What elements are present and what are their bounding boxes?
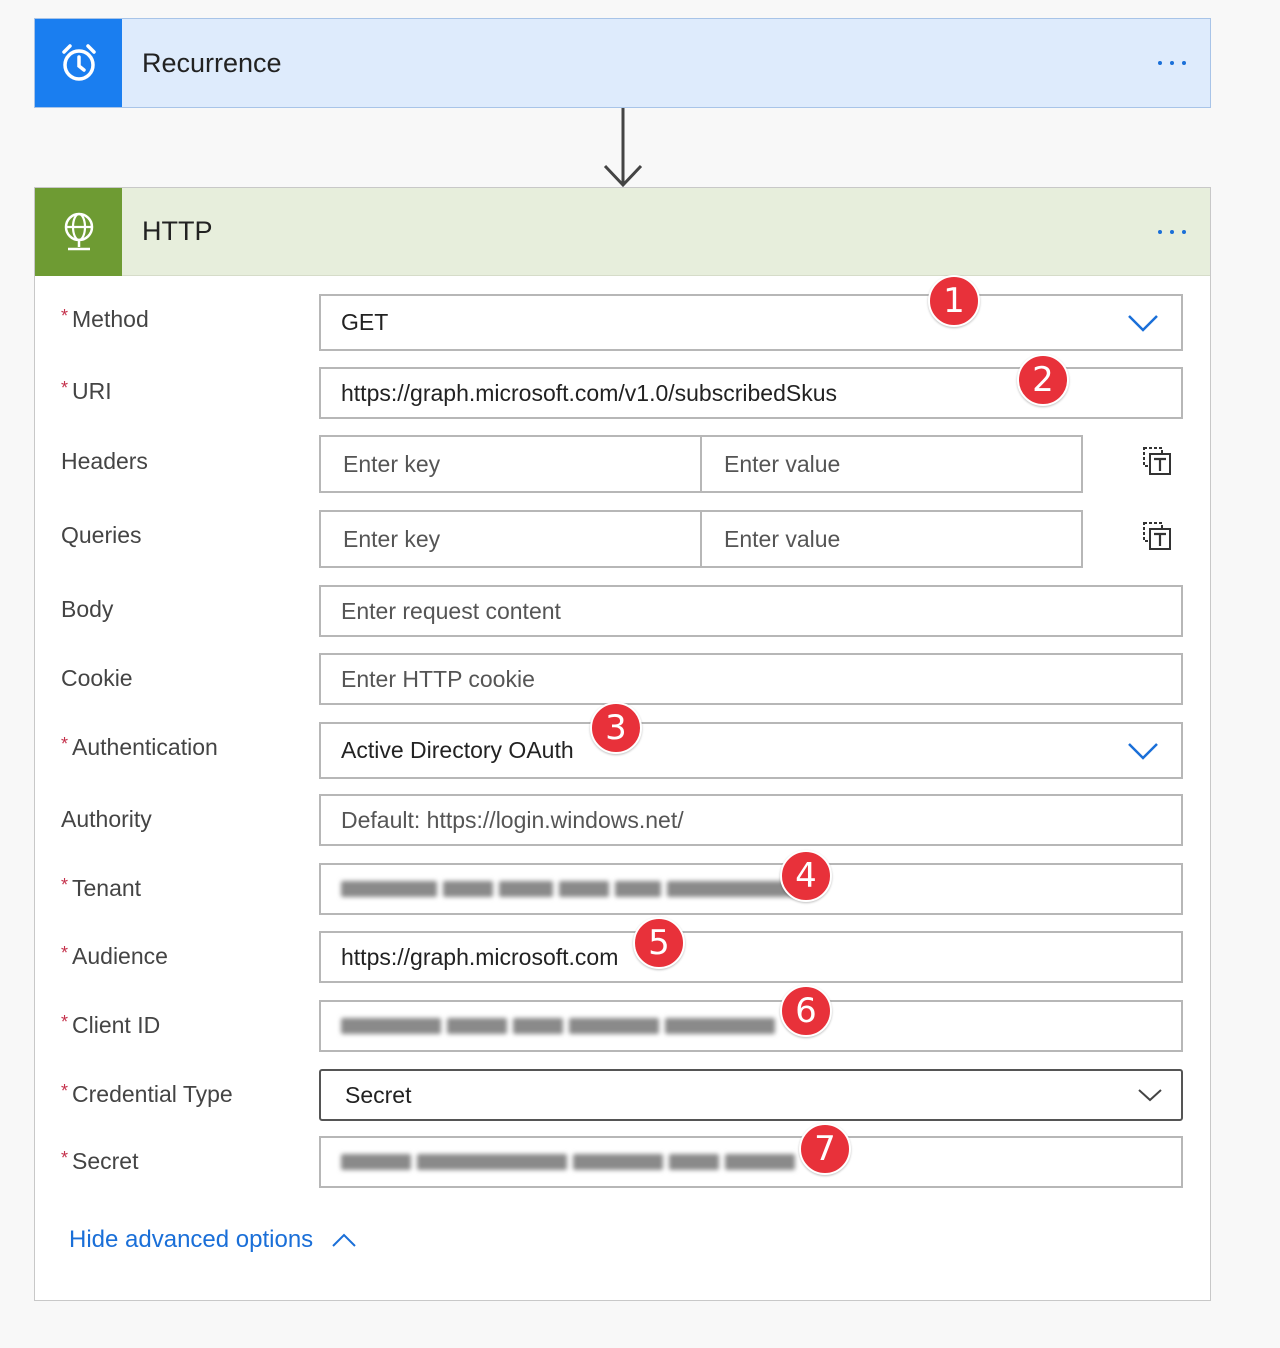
required-asterisk: * [61, 734, 69, 754]
redacted-value [341, 881, 797, 897]
secret-input[interactable] [319, 1136, 1183, 1188]
hide-advanced-options-link[interactable]: Hide advanced options [69, 1226, 357, 1254]
queries-label-text: Queries [61, 522, 142, 548]
client-id-label: * Client ID [61, 1012, 160, 1039]
audience-input[interactable]: https://graph.microsoft.com [319, 931, 1183, 983]
more-dot [1170, 61, 1174, 65]
required-asterisk: * [61, 1081, 69, 1101]
recurrence-title: Recurrence [142, 47, 282, 78]
http-title: HTTP [142, 216, 213, 246]
headers-label-text: Headers [61, 448, 148, 474]
secret-label: * Secret [61, 1148, 139, 1175]
switch-to-text-mode-icon[interactable] [1141, 520, 1173, 552]
required-asterisk: * [61, 378, 69, 398]
authority-label-text: Authority [61, 806, 152, 832]
cookie-label-text: Cookie [61, 665, 133, 691]
switch-to-text-mode-icon[interactable] [1141, 445, 1173, 477]
queries-label: Queries [61, 522, 142, 549]
annotation-badge-1: 1 [928, 275, 980, 327]
required-asterisk: * [61, 875, 69, 895]
redacted-value [341, 1018, 775, 1034]
http-more-button[interactable] [1142, 212, 1202, 252]
method-label: * Method [61, 306, 149, 333]
cookie-label: Cookie [61, 665, 133, 692]
authority-placeholder: Default: https://login.windows.net/ [341, 806, 684, 833]
audience-value: https://graph.microsoft.com [341, 943, 619, 970]
headers-key-input[interactable]: Enter key [321, 437, 700, 491]
more-dot [1182, 61, 1186, 65]
queries-key-input[interactable]: Enter key [321, 512, 700, 566]
uri-value: https://graph.microsoft.com/v1.0/subscri… [341, 379, 837, 406]
headers-kv-editor: Enter key Enter value [319, 435, 1083, 493]
authority-input[interactable]: Default: https://login.windows.net/ [319, 794, 1183, 846]
http-card-header[interactable]: HTTP [35, 187, 1210, 276]
required-asterisk: * [61, 943, 69, 963]
queries-kv-editor: Enter key Enter value [319, 510, 1083, 568]
credential-type-label-text: Credential Type [72, 1081, 233, 1107]
credential-type-value: Secret [345, 1081, 412, 1108]
hide-advanced-options-text: Hide advanced options [69, 1226, 314, 1253]
queries-value-input[interactable]: Enter value [700, 512, 1081, 566]
credential-type-dropdown[interactable]: Secret [319, 1069, 1183, 1121]
body-placeholder: Enter request content [341, 597, 561, 624]
authority-label: Authority [61, 806, 152, 833]
recurrence-more-button[interactable] [1142, 43, 1202, 83]
authentication-label: * Authentication [61, 734, 218, 761]
required-asterisk: * [61, 306, 69, 326]
annotation-badge-3: 3 [590, 702, 642, 754]
client-id-label-text: Client ID [72, 1012, 161, 1038]
redacted-value [341, 1154, 795, 1170]
uri-label: * URI [61, 378, 112, 405]
chevron-down-icon [1128, 742, 1158, 760]
headers-value-input[interactable]: Enter value [700, 437, 1081, 491]
chevron-down-icon [1138, 1089, 1162, 1102]
more-dot [1158, 61, 1162, 65]
annotation-badge-7: 7 [799, 1123, 851, 1175]
more-dot [1170, 229, 1174, 234]
cookie-placeholder: Enter HTTP cookie [341, 665, 535, 692]
headers-label: Headers [61, 448, 148, 475]
authentication-dropdown[interactable]: Active Directory OAuth [319, 722, 1183, 779]
more-dot [1182, 229, 1186, 234]
method-value: GET [341, 309, 389, 335]
authentication-label-text: Authentication [72, 734, 218, 760]
arrow-down-icon [603, 108, 643, 188]
body-label-text: Body [61, 596, 114, 622]
method-dropdown[interactable]: GET [319, 294, 1183, 351]
globe-icon [35, 187, 122, 276]
annotation-badge-2: 2 [1017, 354, 1069, 406]
audience-label-text: Audience [72, 943, 168, 969]
authentication-value: Active Directory OAuth [341, 737, 574, 763]
chevron-up-icon [332, 1233, 356, 1247]
method-label-text: Method [72, 306, 149, 332]
required-asterisk: * [61, 1148, 69, 1168]
annotation-badge-6: 6 [780, 985, 832, 1037]
cookie-input[interactable]: Enter HTTP cookie [319, 653, 1183, 705]
tenant-input[interactable] [319, 863, 1183, 915]
audience-label: * Audience [61, 943, 168, 970]
tenant-label: * Tenant [61, 875, 141, 902]
uri-label-text: URI [72, 378, 112, 404]
client-id-input[interactable] [319, 1000, 1183, 1052]
recurrence-card[interactable]: Recurrence [34, 18, 1211, 108]
alarm-clock-icon [35, 19, 122, 107]
body-label: Body [61, 596, 113, 623]
tenant-label-text: Tenant [72, 875, 142, 901]
secret-label-text: Secret [72, 1148, 139, 1174]
chevron-down-icon [1128, 314, 1158, 332]
annotation-badge-4: 4 [780, 850, 832, 902]
body-input[interactable]: Enter request content [319, 585, 1183, 637]
annotation-badge-5: 5 [633, 917, 685, 969]
more-dot [1158, 229, 1162, 234]
required-asterisk: * [61, 1012, 69, 1032]
credential-type-label: * Credential Type [61, 1081, 233, 1108]
